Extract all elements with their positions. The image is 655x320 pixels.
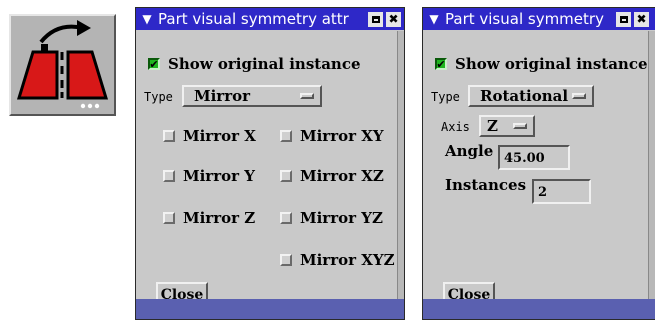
close-icon[interactable]: ✖ [386,11,401,27]
window-menu-icon[interactable]: ▼ [136,12,158,26]
show-original-checkbox[interactable]: ✔ Show original instance [435,55,648,73]
maximize-icon[interactable] [616,11,631,27]
mirror-x-label: Mirror X [183,127,256,145]
type-label: Type [431,90,460,104]
mirror-y-label: Mirror Y [183,167,255,185]
window-title: Part visual symmetry [445,10,604,28]
status-band [136,299,404,319]
type-value: Rotational [480,87,569,105]
mirror-xyz-checkbox[interactable]: Mirror XYZ [280,251,395,269]
instances-field[interactable]: 2 [532,179,591,204]
mirror-yz-checkbox[interactable]: Mirror YZ [280,209,383,227]
instances-label: Instances [445,176,527,194]
angle-field[interactable]: 45.00 [498,145,570,170]
type-value: Mirror [194,87,251,105]
window-title: Part visual symmetry attr [158,10,349,28]
angle-label: Angle [445,142,494,160]
titlebar: ▼ Part visual symmetry attr ✖ [136,8,404,30]
axis-value: Z [487,117,498,135]
part-visual-symmetry-icon[interactable] [9,14,116,116]
scrollbar[interactable] [397,31,404,319]
mirror-xz-checkbox[interactable]: Mirror XZ [280,167,384,185]
show-original-label: Show original instance [455,55,648,73]
type-option-menu[interactable]: Rotational [468,85,594,107]
checkmark-icon: ✔ [148,57,160,71]
window-menu-icon[interactable]: ▼ [423,12,445,26]
type-option-menu[interactable]: Mirror [182,85,322,107]
mirror-yz-label: Mirror YZ [300,209,383,227]
mirror-z-checkbox[interactable]: Mirror Z [163,209,255,227]
status-band [423,299,655,319]
maximize-icon[interactable] [368,11,383,27]
mirror-symmetry-dialog: ▼ Part visual symmetry attr ✖ ✔ Show ori… [135,7,405,320]
mirror-xy-label: Mirror XY [300,127,384,145]
close-icon[interactable]: ✖ [634,11,649,27]
option-menu-indicator-icon [300,93,314,99]
option-menu-indicator-icon [572,93,586,99]
mirror-z-label: Mirror Z [183,209,256,227]
axis-option-menu[interactable]: Z [479,115,535,137]
show-original-label: Show original instance [168,55,361,73]
mirror-xyz-label: Mirror XYZ [300,251,395,269]
mirror-y-checkbox[interactable]: Mirror Y [163,167,255,185]
scrollbar[interactable] [648,31,655,319]
type-label: Type [144,90,173,104]
show-original-checkbox[interactable]: ✔ Show original instance [148,55,361,73]
titlebar: ▼ Part visual symmetry ✖ [423,8,655,30]
mirror-xy-checkbox[interactable]: Mirror XY [280,127,384,145]
mirror-xz-label: Mirror XZ [300,167,384,185]
mirror-x-checkbox[interactable]: Mirror X [163,127,256,145]
axis-label: Axis [441,120,470,134]
checkmark-icon: ✔ [435,57,447,71]
rotational-symmetry-dialog: ▼ Part visual symmetry ✖ ✔ Show original… [422,7,655,320]
option-menu-indicator-icon [513,123,527,129]
